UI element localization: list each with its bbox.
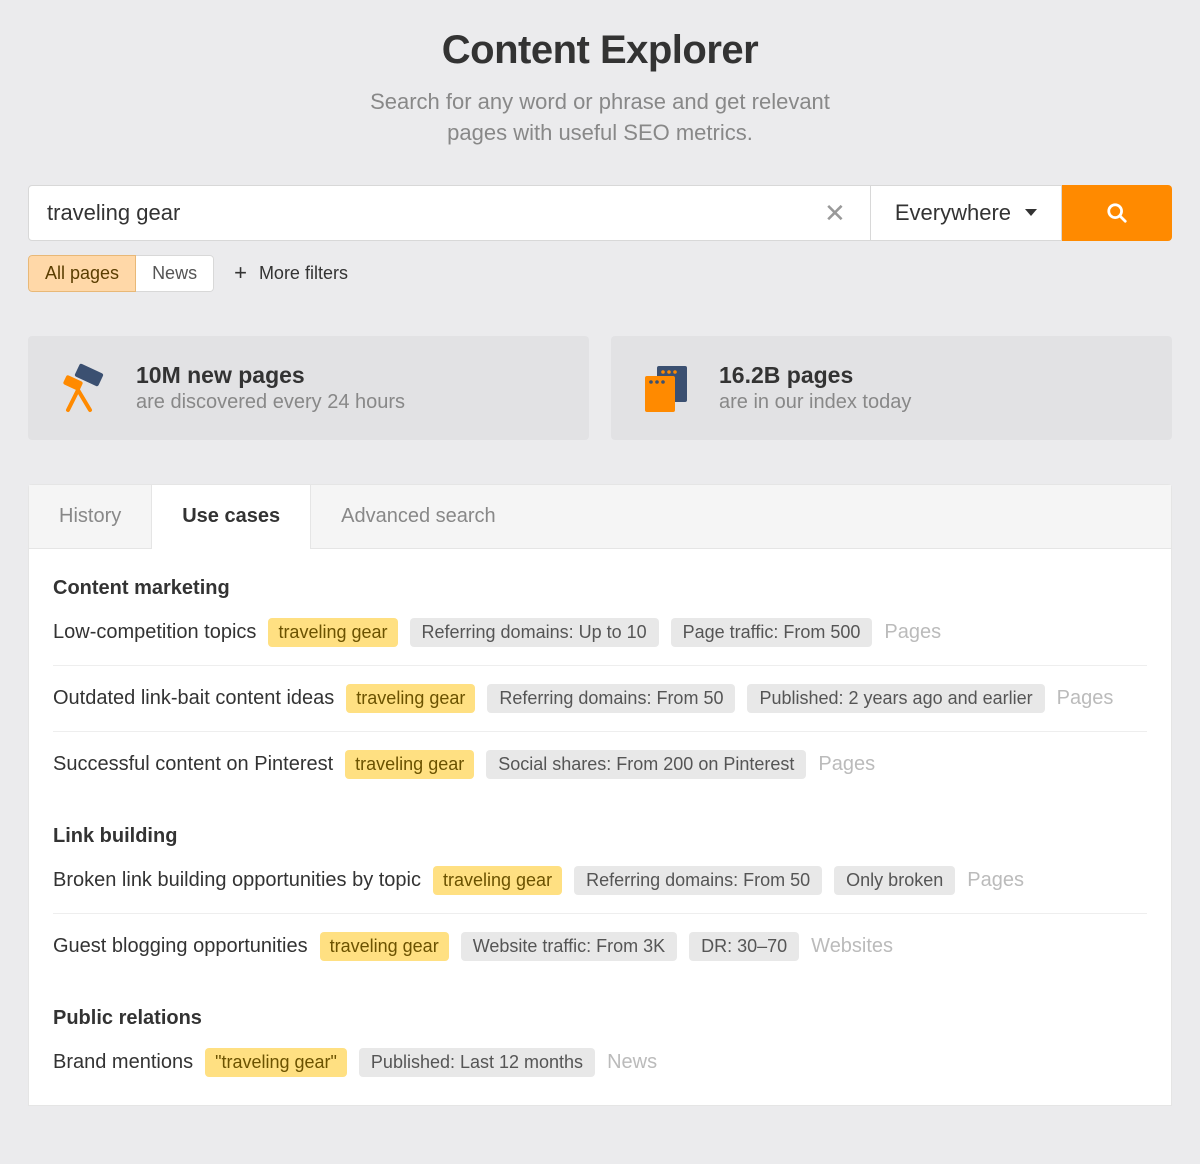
clear-search-button[interactable]: ✕ [818, 200, 852, 226]
use-case-pinterest[interactable]: Successful content on Pinterest travelin… [53, 750, 1147, 797]
close-icon: ✕ [824, 198, 846, 228]
keyword-tag: traveling gear [433, 866, 562, 895]
stat-discovery-subtitle: are discovered every 24 hours [136, 391, 561, 414]
tab-advanced-search[interactable]: Advanced search [311, 485, 526, 548]
search-icon [1106, 202, 1128, 224]
keyword-tag: traveling gear [268, 618, 397, 647]
filter-tag: Social shares: From 200 on Pinterest [486, 750, 806, 779]
scope-label: Everywhere [895, 200, 1011, 226]
stat-card-index: 16.2B pages are in our index today [611, 336, 1172, 440]
section-title-public-relations: Public relations [53, 1007, 1147, 1030]
telescope-icon [56, 360, 112, 416]
scope-dropdown[interactable]: Everywhere [871, 185, 1062, 241]
filter-tag: Published: Last 12 months [359, 1048, 595, 1077]
filter-tab-news[interactable]: News [136, 255, 214, 292]
filter-tag: Referring domains: Up to 10 [410, 618, 659, 647]
search-input-container: ✕ [28, 185, 871, 241]
stat-card-discovery: 10M new pages are discovered every 24 ho… [28, 336, 589, 440]
more-filters-button[interactable]: + More filters [234, 260, 348, 286]
use-case-brand-mentions[interactable]: Brand mentions "traveling gear" Publishe… [53, 1048, 1147, 1105]
use-case-label: Guest blogging opportunities [53, 935, 308, 958]
filter-tab-group: All pages News [28, 255, 214, 292]
more-filters-label: More filters [259, 263, 348, 284]
result-type: Pages [884, 621, 941, 644]
stat-index-title: 16.2B pages [719, 362, 1144, 389]
stat-index-subtitle: are in our index today [719, 391, 1144, 414]
filter-tag: DR: 30–70 [689, 932, 799, 961]
result-type: Pages [967, 869, 1024, 892]
use-case-label: Brand mentions [53, 1051, 193, 1074]
keyword-tag: "traveling gear" [205, 1048, 347, 1077]
result-type: News [607, 1051, 657, 1074]
result-type: Pages [1057, 687, 1114, 710]
page-title: Content Explorer [28, 28, 1172, 73]
use-case-low-competition[interactable]: Low-competition topics traveling gear Re… [53, 618, 1147, 666]
search-button[interactable] [1062, 185, 1172, 241]
filter-tag: Referring domains: From 50 [574, 866, 822, 895]
filter-tag: Published: 2 years ago and earlier [747, 684, 1044, 713]
result-type: Websites [811, 935, 893, 958]
section-title-link-building: Link building [53, 825, 1147, 848]
use-case-label: Broken link building opportunities by to… [53, 869, 421, 892]
filter-tag: Referring domains: From 50 [487, 684, 735, 713]
use-case-label: Successful content on Pinterest [53, 753, 333, 776]
page-subtitle: Search for any word or phrase and get re… [28, 87, 1172, 149]
filter-tag: Website traffic: From 3K [461, 932, 677, 961]
use-case-guest-blogging[interactable]: Guest blogging opportunities traveling g… [53, 932, 1147, 979]
filter-tag: Only broken [834, 866, 955, 895]
pages-icon [639, 360, 695, 416]
chevron-down-icon [1025, 209, 1037, 216]
keyword-tag: traveling gear [320, 932, 449, 961]
filter-tag: Page traffic: From 500 [671, 618, 873, 647]
result-type: Pages [818, 753, 875, 776]
use-case-label: Low-competition topics [53, 621, 256, 644]
tab-use-cases[interactable]: Use cases [151, 485, 311, 549]
filter-tab-all-pages[interactable]: All pages [28, 255, 136, 292]
plus-icon: + [234, 260, 247, 286]
main-tabs: History Use cases Advanced search [29, 485, 1171, 549]
tab-history[interactable]: History [29, 485, 151, 548]
keyword-tag: traveling gear [346, 684, 475, 713]
stat-discovery-title: 10M new pages [136, 362, 561, 389]
search-input[interactable] [47, 200, 818, 226]
keyword-tag: traveling gear [345, 750, 474, 779]
use-case-broken-links[interactable]: Broken link building opportunities by to… [53, 866, 1147, 914]
use-case-outdated[interactable]: Outdated link-bait content ideas traveli… [53, 684, 1147, 732]
section-title-content-marketing: Content marketing [53, 577, 1147, 600]
use-case-label: Outdated link-bait content ideas [53, 687, 334, 710]
